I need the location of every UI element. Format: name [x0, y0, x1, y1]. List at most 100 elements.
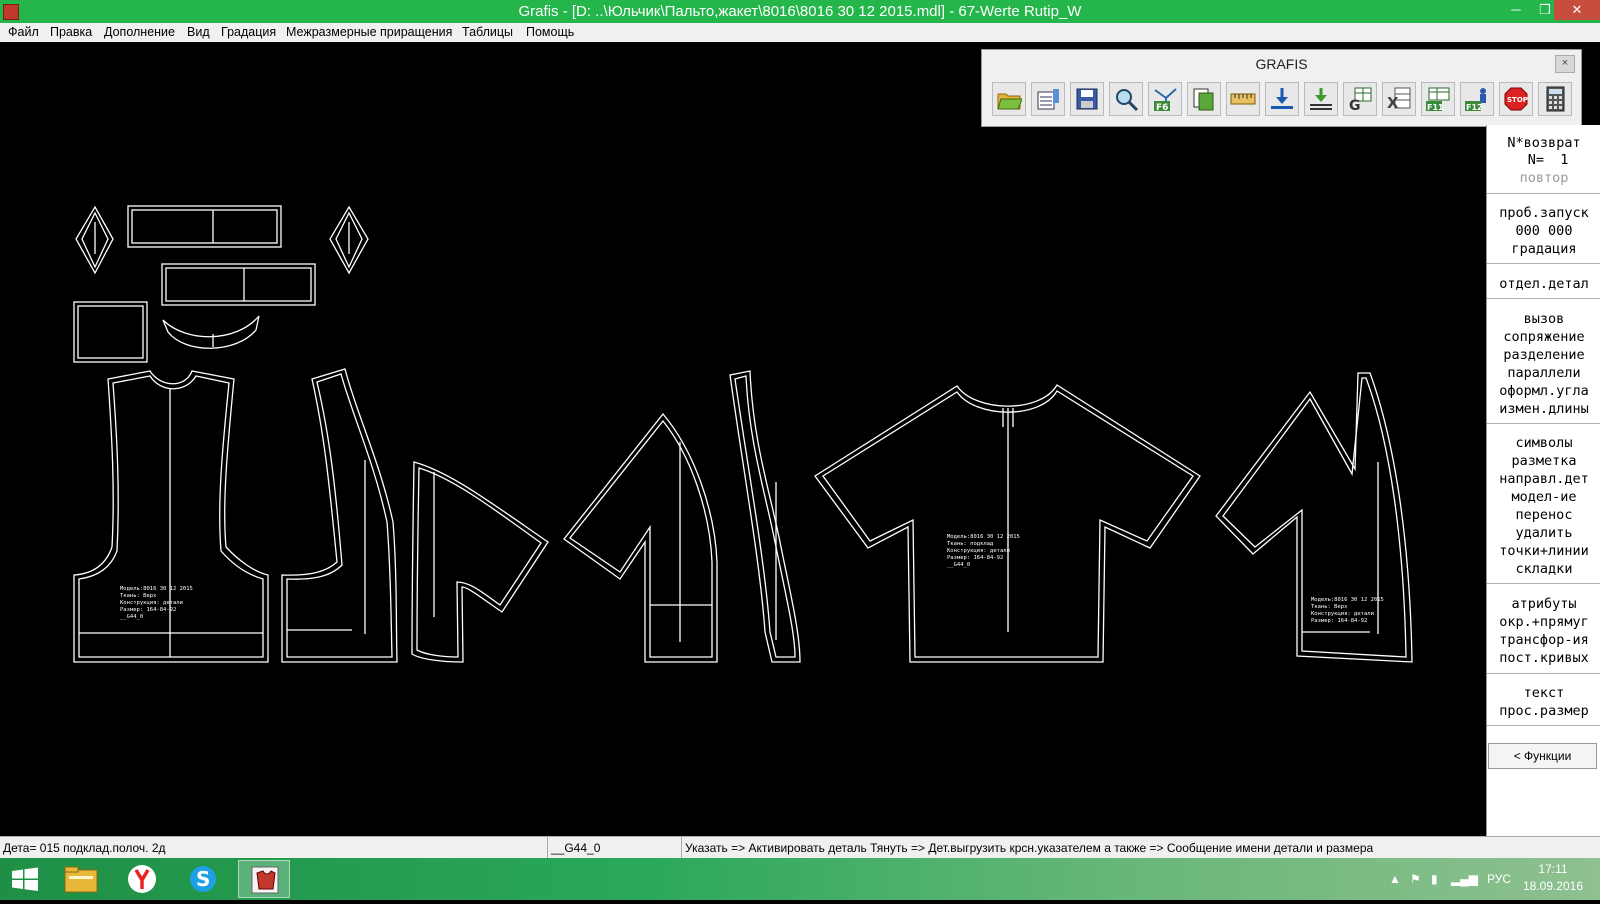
- cmd-conjugation[interactable]: сопряжение: [1487, 329, 1600, 345]
- cmd-marking[interactable]: разметка: [1487, 453, 1600, 469]
- tray-device-icon[interactable]: ▮: [1431, 858, 1438, 900]
- pattern-piece-sleeve-under[interactable]: [411, 461, 549, 663]
- clock-date: 18.09.2016: [1522, 879, 1584, 893]
- menu-view[interactable]: Вид: [187, 25, 210, 39]
- cmd-return[interactable]: N*возврат: [1487, 135, 1600, 151]
- menu-tables[interactable]: Таблицы: [462, 25, 513, 39]
- pattern-piece-band-middle[interactable]: [161, 263, 316, 306]
- f6-construct-button[interactable]: F6: [1148, 82, 1182, 116]
- pattern-piece-sleeve-upper[interactable]: [563, 412, 718, 663]
- start-button[interactable]: [0, 860, 52, 898]
- tray-flag-icon[interactable]: ⚑: [1410, 858, 1421, 900]
- excel-export-button[interactable]: X: [1382, 82, 1416, 116]
- file-explorer-button[interactable]: [55, 860, 107, 898]
- cmd-parallels[interactable]: параллели: [1487, 365, 1600, 381]
- menu-addition[interactable]: Дополнение: [104, 25, 175, 39]
- grading-table-button[interactable]: G: [1343, 82, 1377, 116]
- excel-x-letter: X: [1387, 94, 1399, 112]
- measure-tape-button[interactable]: [1226, 82, 1260, 116]
- cmd-transfer[interactable]: перенос: [1487, 507, 1600, 523]
- cmd-detail-direction[interactable]: направл.дет: [1487, 471, 1600, 487]
- cmd-text[interactable]: текст: [1487, 685, 1600, 701]
- f11-sizes-icon: F11: [1426, 87, 1450, 112]
- stop-button[interactable]: STOP: [1499, 82, 1533, 116]
- f11-sizes-button[interactable]: F11: [1421, 82, 1455, 116]
- back-label-3: Конструкция: детали: [120, 600, 183, 606]
- cmd-detail-finish[interactable]: отдел.детал: [1487, 276, 1600, 292]
- pattern-canvas[interactable]: Модель:8016 30 12 2015 Ткань: Верх Конст…: [0, 42, 1486, 836]
- close-button[interactable]: ✕: [1554, 0, 1600, 20]
- panel-divider: [1487, 193, 1600, 194]
- sleeve-label-3: Конструкция: детали: [1311, 611, 1374, 617]
- menu-help[interactable]: Помощь: [526, 25, 574, 39]
- pattern-piece-body[interactable]: [814, 384, 1201, 663]
- cmd-change-length[interactable]: измен.длины: [1487, 401, 1600, 417]
- pattern-piece-pocket[interactable]: [73, 301, 148, 363]
- toolbox-close-button[interactable]: ×: [1555, 55, 1575, 73]
- calculator-button[interactable]: [1538, 82, 1572, 116]
- cmd-build-curves[interactable]: пост.кривых: [1487, 650, 1600, 666]
- skype-button[interactable]: S: [177, 860, 229, 898]
- pattern-piece-back[interactable]: [73, 370, 269, 663]
- cmd-call[interactable]: вызов: [1487, 311, 1600, 327]
- grafis-toolbox[interactable]: GRAFIS × F6 G X F11 F12 STOP: [981, 49, 1582, 127]
- body-label-1: Модель:8016 30 12 2015: [947, 534, 1020, 540]
- panel-divider: [1487, 263, 1600, 264]
- tray-show-hidden-icon[interactable]: ▲: [1389, 858, 1401, 900]
- cmd-division[interactable]: разделение: [1487, 347, 1600, 363]
- skype-icon: S: [190, 866, 216, 892]
- menu-bar: Файл Правка Дополнение Вид Градация Межр…: [0, 23, 1600, 42]
- model-list-icon: [1037, 89, 1059, 110]
- back-label-1: Модель:8016 30 12 2015: [120, 586, 193, 592]
- menu-edit[interactable]: Правка: [50, 25, 92, 39]
- export-down-icon: [1271, 88, 1293, 109]
- yandex-browser-button[interactable]: [116, 860, 168, 898]
- menu-file[interactable]: Файл: [8, 25, 39, 39]
- pattern-piece-front-narrow[interactable]: [729, 370, 801, 663]
- pattern-piece-band-top[interactable]: [127, 205, 282, 248]
- tray-signal-icon[interactable]: ▂▄▆: [1451, 858, 1478, 900]
- functions-button[interactable]: < Функции: [1488, 743, 1597, 769]
- cmd-transform[interactable]: трансфор-ия: [1487, 632, 1600, 648]
- menu-size-increments[interactable]: Межразмерные приращения: [286, 25, 452, 39]
- pattern-piece-diamond-right[interactable]: [329, 205, 369, 275]
- open-folder-button[interactable]: [992, 82, 1026, 116]
- cmd-grading[interactable]: градация: [1487, 241, 1600, 257]
- menu-grading[interactable]: Градация: [221, 25, 276, 39]
- save-disk-icon: [1076, 88, 1098, 110]
- status-code: __G44_0: [548, 837, 682, 859]
- zoom-button[interactable]: [1109, 82, 1143, 116]
- start-windows-icon: [12, 867, 38, 891]
- export-button[interactable]: [1265, 82, 1299, 116]
- cmd-attributes[interactable]: атрибуты: [1487, 596, 1600, 612]
- window-title: Grafis - [D: ..\Юльчик\Пальто,жакет\8016…: [518, 3, 1082, 20]
- cmd-circle-rect[interactable]: окр.+прямуг: [1487, 614, 1600, 630]
- pattern-piece-diamond-left[interactable]: [75, 205, 114, 275]
- grading-g-letter: G: [1349, 98, 1361, 112]
- f12-person-icon: F12: [1465, 88, 1486, 112]
- f12-label: F12: [1466, 103, 1483, 112]
- cmd-test-run[interactable]: проб.запуск: [1487, 205, 1600, 221]
- import-button[interactable]: [1304, 82, 1338, 116]
- save-button[interactable]: [1070, 82, 1104, 116]
- pattern-piece-front-side[interactable]: [281, 368, 398, 663]
- back-label-2: Ткань: Верх: [120, 593, 157, 599]
- status-hint: Указать => Активировать деталь Тянуть =>…: [685, 841, 1374, 855]
- cmd-folds[interactable]: складки: [1487, 561, 1600, 577]
- tray-language[interactable]: РУС: [1487, 858, 1511, 900]
- cmd-points-lines[interactable]: точки+линии: [1487, 543, 1600, 559]
- grading-table-icon: G: [1349, 87, 1372, 112]
- cmd-symbols[interactable]: символы: [1487, 435, 1600, 451]
- copy-pages-button[interactable]: [1187, 82, 1221, 116]
- cmd-modeling[interactable]: модел-ие: [1487, 489, 1600, 505]
- cmd-delete[interactable]: удалить: [1487, 525, 1600, 541]
- f11-label: F11: [1427, 103, 1444, 112]
- tray-clock[interactable]: 17:11 18.09.2016: [1518, 861, 1588, 895]
- cmd-view-size[interactable]: прос.размер: [1487, 703, 1600, 719]
- cmd-corner-design[interactable]: оформл.угла: [1487, 383, 1600, 399]
- model-list-button[interactable]: [1031, 82, 1065, 116]
- cmd-repeat[interactable]: повтор: [1487, 170, 1600, 186]
- pattern-piece-collar[interactable]: [162, 315, 260, 349]
- f12-person-button[interactable]: F12: [1460, 82, 1494, 116]
- grafis-taskbar-button[interactable]: [238, 860, 290, 898]
